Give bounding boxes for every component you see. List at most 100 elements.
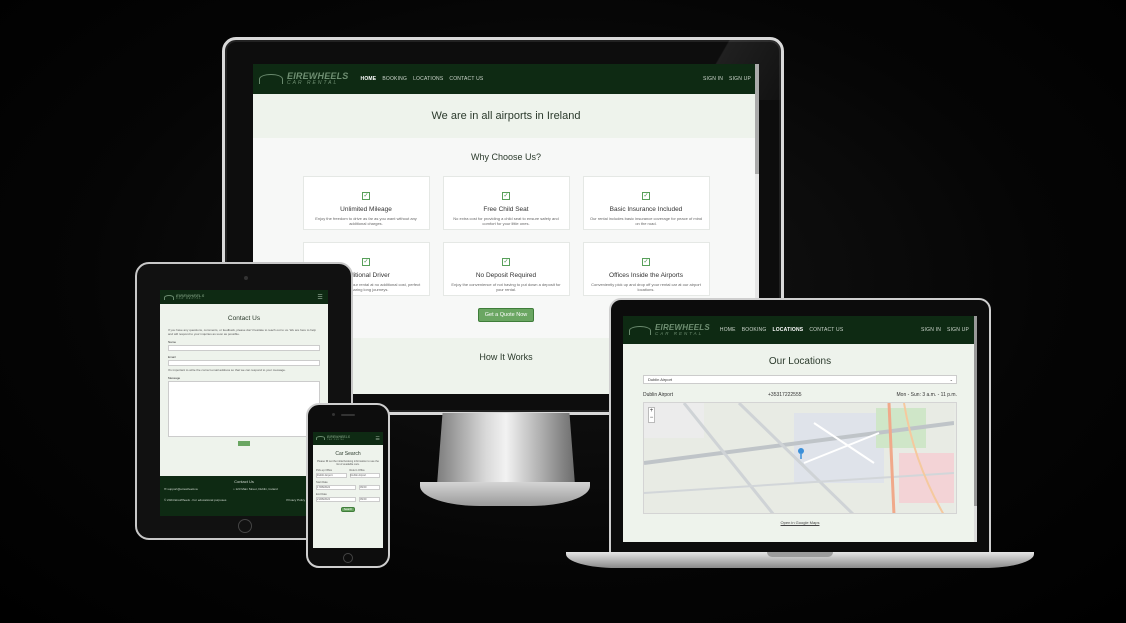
nav-contact[interactable]: CONTACT US [449,76,483,82]
car-logo-icon [259,74,283,84]
phone-camera [332,413,335,416]
message-label: Message [168,376,181,380]
feature-desc: No extra cost for providing a child seat… [453,216,559,227]
page-title: Contact Us [227,315,261,322]
monitor-stand [437,413,575,485]
message-field[interactable] [168,381,320,437]
name-field[interactable] [168,345,320,351]
map-zoom-control[interactable]: + − [648,407,655,423]
brand-name: EIREWHEELS CAR RENTAL [176,292,205,300]
phone-device: EIREWHEELS CAR RENTAL ☰ Car Search Please… [306,403,390,568]
location-hours: Mon - Sun: 3 a.m. - 11 p.m. [896,392,958,398]
get-quote-button[interactable]: Get a Quote Now [477,308,535,322]
search-button[interactable]: Search [341,507,355,512]
logo[interactable]: EIREWHEELS CAR RENTAL [259,72,349,86]
hamburger-menu-icon[interactable]: ☰ [375,436,380,442]
tablet-camera [244,276,248,280]
send-button[interactable] [238,441,250,446]
why-title: Why Choose Us? [470,152,542,162]
sign-in-link[interactable]: SIGN IN [703,76,723,82]
tablet-screen: EIREWHEELS CAR RENTAL ☰ Contact Us If you… [160,290,328,516]
sign-up-link[interactable]: SIGN UP [947,327,969,333]
footer-title: Contact Us [234,479,254,484]
check-icon: ✓ [362,258,370,266]
open-google-maps-link[interactable]: Open in Google Maps [643,520,957,525]
end-date-input[interactable]: 21/08/2024 [316,497,356,502]
map-embed[interactable]: + − [643,402,957,514]
feature-title: Offices Inside the Airports [609,272,683,279]
end-time-input[interactable]: 09:00 [359,497,380,502]
feature-desc: Conveniently pick up and drop off your r… [591,282,701,293]
phone-speaker [341,414,355,416]
search-intro: Please fill out the initial booking info… [317,460,379,466]
navbar: EIREWHEELS CAR RENTAL ☰ [160,290,328,304]
location-phone: +35317222555 [768,392,802,398]
feature-card: ✓ Free Child Seat No extra cost for provid… [442,176,570,230]
car-search-form: Car Search Please fill out the initial b… [313,445,383,514]
scrollbar[interactable] [974,316,977,542]
pickup-select[interactable]: Dublin Airport [316,473,347,478]
start-time-input[interactable]: 09:00 [359,485,380,490]
feature-title: Basic Insurance Included [609,206,683,213]
chevron-down-icon: ⌄ [949,377,953,382]
return-label: Return Office [349,469,365,472]
nav-locations[interactable]: LOCATIONS [413,76,443,82]
sign-up-link[interactable]: SIGN UP [729,76,751,82]
feature-card: ✓ Basic Insurance Included Our rental incl… [582,176,710,230]
logo[interactable]: EIREWHEELS CAR RENTAL [316,434,351,442]
brand-name: EIREWHEELS CAR RENTAL [287,71,349,86]
nav-contact[interactable]: CONTACT US [809,327,843,333]
feature-title: Free Child Seat [483,206,529,213]
check-icon: ✓ [642,258,650,266]
page-title: Car Search [335,451,361,457]
hero-banner: We are in all airports in Ireland [431,110,581,122]
tablet-home-button [238,519,252,533]
nav-booking[interactable]: BOOKING [742,327,767,333]
phone-screen: EIREWHEELS CAR RENTAL ☰ Car Search Please… [313,432,383,548]
sign-in-link[interactable]: SIGN IN [921,327,941,333]
contact-intro: If you have any questions, comments, or … [168,328,316,336]
map-roads [644,403,954,513]
feature-card: ✓ No Deposit Required Enjoy the convenienc… [442,242,570,296]
feature-card: ✓ Unlimited Mileage Enjoy the freedom to d… [302,176,430,230]
footer-email[interactable]: ✉ support@eirewheels.ie [164,487,198,491]
navbar: EIREWHEELS CAR RENTAL HOME BOOKING LOCATI… [623,316,977,344]
location-select[interactable]: Dublin Airport ⌄ [643,375,957,384]
return-select[interactable]: Dublin Airport [349,473,380,478]
check-icon: ✓ [362,192,370,200]
navbar: EIREWHEELS CAR RENTAL ☰ [313,432,383,445]
laptop-device: EIREWHEELS CAR RENTAL HOME BOOKING LOCATI… [609,298,991,554]
name-label: Name [168,340,177,344]
email-field[interactable] [168,360,320,366]
logo[interactable]: EIREWHEELS CAR RENTAL [164,292,205,301]
feature-desc: Enjoy the convenience of not having to p… [451,282,561,293]
laptop-notch [767,552,833,557]
nav-booking[interactable]: BOOKING [382,76,407,82]
feature-desc: Enjoy the freedom to drive as far as you… [315,216,417,227]
nav-locations[interactable]: LOCATIONS [772,327,803,333]
start-date-input[interactable]: 17/08/2024 [316,485,356,490]
nav-home[interactable]: HOME [720,327,736,333]
location-name: Dublin Airport [643,392,674,398]
end-date-label: End Date [316,493,327,496]
navbar: EIREWHEELS CAR RENTAL HOME BOOKING LOCATI… [253,64,759,94]
feature-title: Unlimited Mileage [340,206,392,213]
copyright: © 2024 EireWheels - For educational purp… [164,498,227,502]
email-label: Email [168,355,176,359]
monitor-stand-base [420,482,590,506]
phone-home-button [343,553,353,563]
car-logo-icon [316,436,325,441]
brand-name: EIREWHEELS CAR RENTAL [327,434,351,442]
laptop-base [566,552,1034,568]
footer-address: ⌂ 123 Main Street, Dublin, Ireland [232,487,278,491]
logo[interactable]: EIREWHEELS CAR RENTAL [629,323,710,337]
footer: Contact Us ✉ support@eirewheels.ie ⌂ 123… [160,476,328,516]
feature-card: ✓ Offices Inside the Airports Conveniently… [582,242,710,296]
responsive-mockup: EIREWHEELS CAR RENTAL HOME BOOKING LOCATI… [0,0,1126,623]
page-title: Our Locations [768,356,832,367]
check-icon: ✓ [642,192,650,200]
nav-home[interactable]: HOME [361,76,377,82]
hamburger-menu-icon[interactable]: ☰ [317,294,323,301]
email-note: It's important to write the correct emai… [168,368,286,372]
privacy-link[interactable]: Privacy Policy [286,498,305,502]
